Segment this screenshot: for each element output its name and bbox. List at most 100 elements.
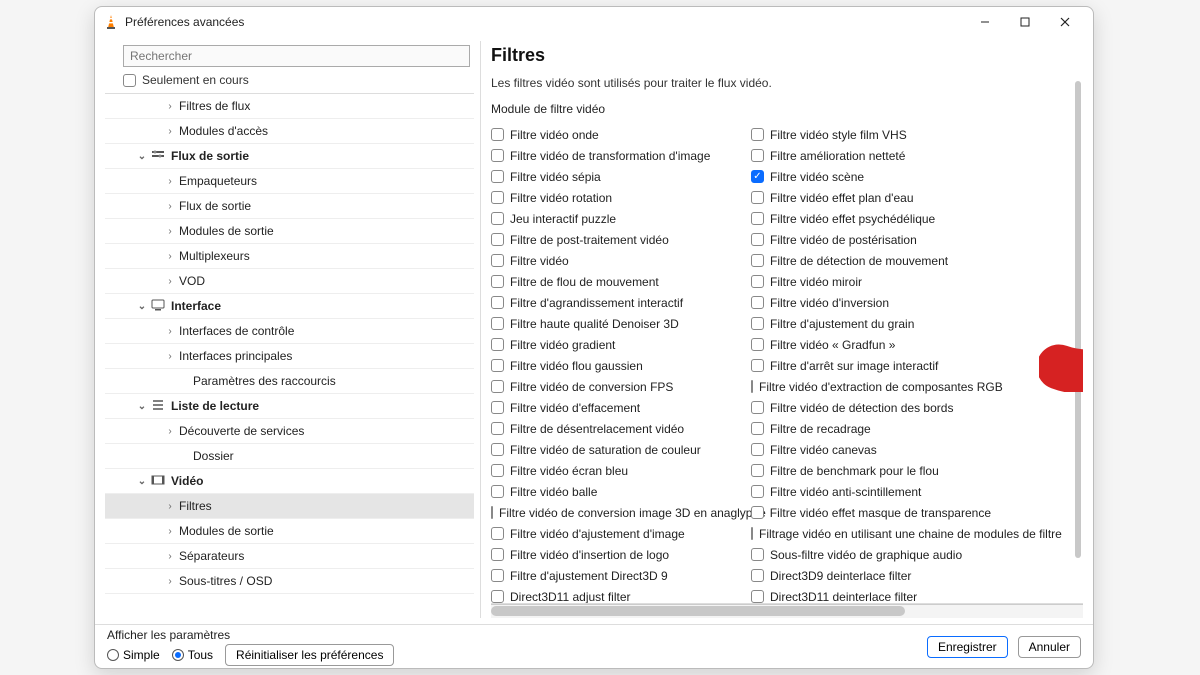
category-tree[interactable]: ›Filtres de flux›Modules d'accès⌄Flux de… — [105, 93, 474, 618]
checkbox-icon — [751, 275, 764, 288]
filter-checkbox[interactable]: Filtre vidéo balle — [491, 481, 731, 502]
filter-label: Filtre vidéo anti-scintillement — [770, 485, 921, 499]
filter-checkbox[interactable]: Filtre amélioration netteté — [751, 145, 991, 166]
filter-label: Sous-filtre vidéo de graphique audio — [770, 548, 962, 562]
tree-row[interactable]: ›Interfaces principales — [105, 344, 474, 369]
radio-simple[interactable]: Simple — [107, 648, 160, 662]
tree-row[interactable]: ›Filtres — [105, 494, 474, 519]
filter-checkbox[interactable]: Filtre vidéo d'ajustement d'image — [491, 523, 731, 544]
filter-checkbox[interactable]: Filtre vidéo effet psychédélique — [751, 208, 991, 229]
filter-checkbox[interactable]: Filtre vidéo d'effacement — [491, 397, 731, 418]
filter-checkbox[interactable]: Filtre haute qualité Denoiser 3D — [491, 313, 731, 334]
checkbox-icon — [751, 338, 764, 351]
tree-row[interactable]: ›VOD — [105, 269, 474, 294]
filter-checkbox[interactable]: Filtre vidéo d'insertion de logo — [491, 544, 731, 565]
tree-row[interactable]: ›Interfaces de contrôle — [105, 319, 474, 344]
filter-checkbox[interactable]: Filtre vidéo de conversion FPS — [491, 376, 731, 397]
filter-checkbox[interactable]: Direct3D11 adjust filter — [491, 586, 731, 604]
filter-checkbox[interactable]: Filtre vidéo — [491, 250, 731, 271]
checkbox-icon — [491, 506, 493, 519]
tree-row[interactable]: ›Modules de sortie — [105, 219, 474, 244]
filter-label: Filtre vidéo miroir — [770, 275, 862, 289]
tree-row[interactable]: ⌄Interface — [105, 294, 474, 319]
filter-label: Direct3D11 deinterlace filter — [770, 590, 917, 604]
tree-row[interactable]: Dossier — [105, 444, 474, 469]
chevron-icon: › — [161, 101, 179, 112]
close-button[interactable] — [1045, 8, 1085, 36]
filter-checkbox[interactable]: Filtre de désentrelacement vidéo — [491, 418, 731, 439]
checkbox-icon — [491, 422, 504, 435]
filter-checkbox[interactable]: Direct3D11 deinterlace filter — [751, 586, 991, 604]
filter-checkbox[interactable]: Filtre vidéo de postérisation — [751, 229, 991, 250]
filter-checkbox[interactable]: Filtre vidéo de détection des bords — [751, 397, 991, 418]
filter-checkbox[interactable]: Filtre d'ajustement Direct3D 9 — [491, 565, 731, 586]
filter-checkbox[interactable]: Jeu interactif puzzle — [491, 208, 731, 229]
tree-row[interactable]: ⌄Vidéo — [105, 469, 474, 494]
filter-checkbox[interactable]: Filtre d'arrêt sur image interactif — [751, 355, 991, 376]
filter-checkbox[interactable]: Filtre d'ajustement du grain — [751, 313, 991, 334]
tree-row[interactable]: ›Multiplexeurs — [105, 244, 474, 269]
tree-row[interactable]: Paramètres des raccourcis — [105, 369, 474, 394]
filter-checkbox[interactable]: Filtre vidéo « Gradfun » — [751, 334, 991, 355]
tree-row[interactable]: ›Sous-titres / OSD — [105, 569, 474, 594]
filter-label: Filtre haute qualité Denoiser 3D — [510, 317, 679, 331]
filter-checkbox[interactable]: Filtre vidéo de transformation d'image — [491, 145, 731, 166]
filter-checkbox[interactable]: Filtre vidéo onde — [491, 124, 731, 145]
reset-button[interactable]: Réinitialiser les préférences — [225, 644, 394, 666]
filter-checkbox[interactable]: Filtre vidéo écran bleu — [491, 460, 731, 481]
filter-checkbox[interactable]: Filtre de détection de mouvement — [751, 250, 991, 271]
tree-row[interactable]: ›Modules d'accès — [105, 119, 474, 144]
checkbox-icon — [751, 128, 764, 141]
filter-checkbox[interactable]: Filtre de flou de mouvement — [491, 271, 731, 292]
filter-column-left: Filtre vidéo ondeFiltre vidéo de transfo… — [491, 124, 731, 604]
filter-checkbox[interactable]: Filtre vidéo effet masque de transparenc… — [751, 502, 991, 523]
filter-checkbox[interactable]: Filtre vidéo canevas — [751, 439, 991, 460]
filter-checkbox[interactable]: Direct3D9 deinterlace filter — [751, 565, 991, 586]
filter-checkbox[interactable]: Filtre de recadrage — [751, 418, 991, 439]
filter-checkbox[interactable]: Filtre vidéo sépia — [491, 166, 731, 187]
tree-row[interactable]: ⌄Liste de lecture — [105, 394, 474, 419]
maximize-button[interactable] — [1005, 8, 1045, 36]
filter-checkbox[interactable]: Filtre vidéo effet plan d'eau — [751, 187, 991, 208]
tree-row[interactable]: ›Empaqueteurs — [105, 169, 474, 194]
filter-checkbox[interactable]: Filtre vidéo anti-scintillement — [751, 481, 991, 502]
search-input[interactable] — [123, 45, 470, 67]
chevron-icon: › — [161, 551, 179, 562]
filter-checkbox[interactable]: Filtre de post-traitement vidéo — [491, 229, 731, 250]
filter-checkbox[interactable]: Filtre vidéo d'extraction de composantes… — [751, 376, 991, 397]
tree-row[interactable]: ›Filtres de flux — [105, 94, 474, 119]
filter-checkbox[interactable]: Filtre vidéo flou gaussien — [491, 355, 731, 376]
horizontal-scrollbar[interactable] — [491, 604, 1083, 618]
checkbox-icon — [751, 170, 764, 183]
save-button[interactable]: Enregistrer — [927, 636, 1008, 658]
filter-checkbox[interactable]: Filtre de benchmark pour le flou — [751, 460, 991, 481]
filter-label: Filtre vidéo de saturation de couleur — [510, 443, 701, 457]
tree-row[interactable]: ›Modules de sortie — [105, 519, 474, 544]
cancel-button[interactable]: Annuler — [1018, 636, 1081, 658]
chevron-icon: › — [161, 276, 179, 287]
checkbox-icon — [491, 443, 504, 456]
filter-checkbox[interactable]: Filtre vidéo de conversion image 3D en a… — [491, 502, 731, 523]
radio-all[interactable]: Tous — [172, 648, 213, 662]
filter-label: Filtre vidéo style film VHS — [770, 128, 907, 142]
filter-checkbox[interactable]: Filtre vidéo gradient — [491, 334, 731, 355]
filter-checkbox[interactable]: Filtre d'agrandissement interactif — [491, 292, 731, 313]
filter-checkbox[interactable]: Filtre vidéo de saturation de couleur — [491, 439, 731, 460]
filter-checkbox[interactable]: Filtre vidéo rotation — [491, 187, 731, 208]
tree-row[interactable]: ⌄Flux de sortie — [105, 144, 474, 169]
tree-row[interactable]: ›Séparateurs — [105, 544, 474, 569]
vertical-scrollbar[interactable] — [1075, 81, 1081, 558]
filter-checkbox[interactable]: Filtrage vidéo en utilisant une chaine d… — [751, 523, 991, 544]
filter-checkbox[interactable]: Filtre vidéo scène — [751, 166, 991, 187]
show-params-label: Afficher les paramètres — [107, 628, 394, 642]
checkbox-icon — [491, 149, 504, 162]
only-current-checkbox[interactable]: Seulement en cours — [123, 73, 474, 87]
tree-row[interactable]: ›Découverte de services — [105, 419, 474, 444]
filter-scroll-area[interactable]: Filtre vidéo ondeFiltre vidéo de transfo… — [491, 124, 1083, 604]
filter-checkbox[interactable]: Sous-filtre vidéo de graphique audio — [751, 544, 991, 565]
filter-checkbox[interactable]: Filtre vidéo d'inversion — [751, 292, 991, 313]
tree-row[interactable]: ›Flux de sortie — [105, 194, 474, 219]
filter-checkbox[interactable]: Filtre vidéo style film VHS — [751, 124, 991, 145]
minimize-button[interactable] — [965, 8, 1005, 36]
filter-checkbox[interactable]: Filtre vidéo miroir — [751, 271, 991, 292]
